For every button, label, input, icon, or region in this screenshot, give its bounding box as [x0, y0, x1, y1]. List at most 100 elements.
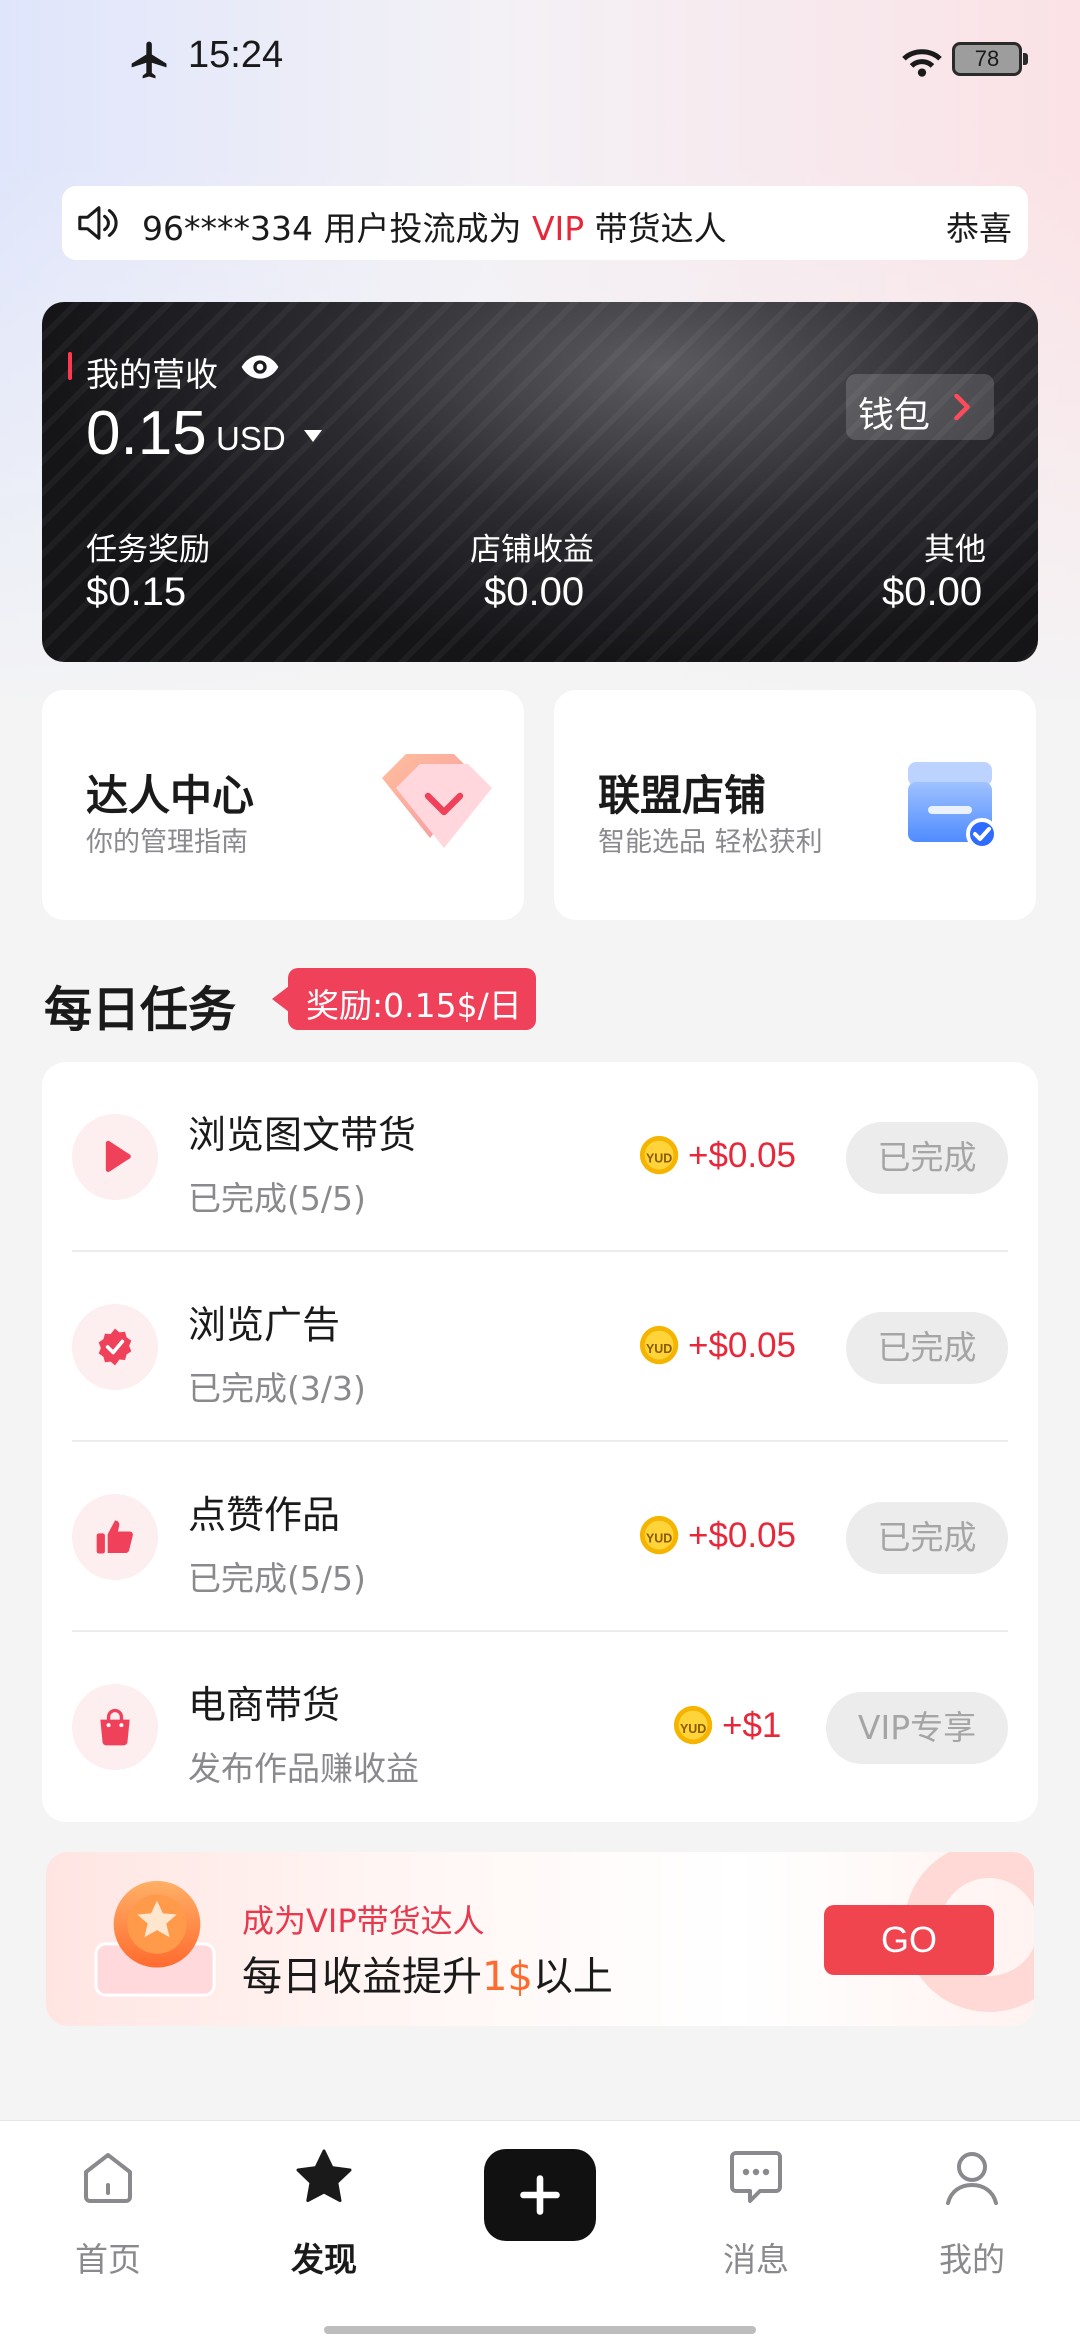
message-icon	[730, 2151, 782, 2203]
earnings-title-accent	[68, 352, 72, 380]
wallet-label: 钱包	[858, 395, 931, 436]
task-status-button[interactable]: 已完成	[846, 1122, 1008, 1194]
task-row: 点赞作品 已完成(5/5) YUD +$0.05 已完成	[42, 1442, 1038, 1632]
shopping-bag-icon	[100, 1708, 130, 1746]
task-icon-circle	[72, 1494, 158, 1580]
speaker-icon	[78, 206, 118, 240]
vip-banner-subtitle-post: 以上	[532, 1954, 613, 2000]
play-icon	[105, 1140, 131, 1172]
status-time: 15:24	[188, 34, 284, 76]
svg-text:YUD: YUD	[646, 1152, 672, 1166]
nav-discover-label: 发现	[291, 2240, 357, 2279]
wifi-icon	[902, 49, 942, 77]
store-income-value: $0.00	[484, 570, 585, 614]
task-reward-value: $0.15	[86, 570, 187, 614]
profile-icon	[946, 2152, 998, 2205]
task-row: 浏览广告 已完成(3/3) YUD +$0.05 已完成	[42, 1252, 1038, 1442]
vip-banner-title: 成为VIP带货达人	[242, 1902, 485, 1940]
task-progress: 已完成(5/5)	[188, 1559, 366, 1598]
wallet-button[interactable]: 钱包	[846, 374, 994, 440]
alliance-store-title: 联盟店铺	[598, 771, 767, 820]
creator-center-title: 达人中心	[86, 771, 255, 820]
nav-home[interactable]: 首页	[38, 2141, 178, 2281]
vip-banner-highlight: 1$	[482, 1954, 533, 2000]
task-row: 电商带货 发布作品赚收益 YUD +$1 VIP专享	[42, 1632, 1038, 1822]
earnings-card: 我的营收 0.15 USD 钱包 任务奖励 $0.15 店铺收益 $0.00 其…	[42, 302, 1038, 662]
announcement-right-text: 恭喜	[946, 209, 1012, 248]
store-income-label: 店铺收益	[470, 532, 594, 568]
task-status-button[interactable]: 已完成	[846, 1312, 1008, 1384]
thumbs-up-icon	[96, 1520, 133, 1554]
earnings-title: 我的营收	[86, 355, 218, 394]
star-icon	[296, 2149, 352, 2203]
task-progress: 已完成(5/5)	[188, 1179, 366, 1218]
svg-text:YUD: YUD	[680, 1722, 706, 1736]
nav-messages-label: 消息	[723, 2240, 789, 2279]
vip-promo-banner[interactable]: 成为VIP带货达人 每日收益提升1$以上 GO	[46, 1852, 1034, 2026]
task-reward-label: 任务奖励	[86, 532, 210, 568]
nav-profile[interactable]: 我的	[902, 2141, 1042, 2281]
announcement-bar[interactable]: 96****334 用户投流成为 VIP 带货达人 恭喜	[62, 186, 1028, 260]
store-icon	[908, 762, 998, 850]
announcement-vip: VIP	[531, 209, 585, 248]
chevron-right-icon	[954, 394, 970, 420]
announcement-text: 96****334 用户投流成为 VIP 带货达人	[142, 202, 727, 250]
announcement-text-post: 带货达人	[584, 209, 727, 248]
bottom-nav: 首页 发现 消息 我的	[0, 2120, 1080, 2340]
eye-icon[interactable]	[240, 352, 280, 382]
go-button[interactable]: GO	[824, 1905, 994, 1975]
alliance-store-subtitle: 智能选品 轻松获利	[598, 827, 823, 858]
daily-tasks-title: 每日任务	[44, 982, 237, 1038]
creator-center-subtitle: 你的管理指南	[86, 827, 248, 858]
task-list: 浏览图文带货 已完成(5/5) YUD +$0.05 已完成 浏览广告 已完成(…	[42, 1062, 1038, 1822]
task-reward: +$0.05	[688, 1326, 797, 1365]
daily-reward-badge: 奖励:0.15$/日	[272, 968, 536, 1030]
task-reward: +$0.05	[688, 1136, 797, 1175]
status-bar: 15:24 78	[0, 0, 1080, 120]
create-post-button[interactable]	[484, 2149, 596, 2241]
verified-badge-icon	[98, 1328, 132, 1366]
nav-discover[interactable]: 发现	[254, 2141, 394, 2281]
diamond-icon	[382, 754, 492, 848]
home-indicator	[324, 2326, 756, 2334]
yud-coin-icon: YUD	[673, 1705, 713, 1745]
task-progress: 发布作品赚收益	[188, 1749, 419, 1788]
task-name: 浏览广告	[188, 1303, 341, 1347]
airplane-mode-icon	[131, 41, 167, 79]
alliance-store-card[interactable]: 联盟店铺 智能选品 轻松获利	[554, 690, 1036, 920]
yud-coin-icon: YUD	[639, 1325, 679, 1365]
yud-coin-icon: YUD	[639, 1515, 679, 1555]
nav-messages[interactable]: 消息	[686, 2141, 826, 2281]
other-income-value: $0.00	[882, 570, 983, 614]
vip-banner-subtitle: 每日收益提升1$以上	[242, 1944, 613, 2002]
task-progress: 已完成(3/3)	[188, 1369, 366, 1408]
daily-reward-text: 奖励:0.15$/日	[306, 986, 522, 1025]
earnings-amount: 0.15	[86, 399, 207, 468]
task-row: 浏览图文带货 已完成(5/5) YUD +$0.05 已完成	[42, 1062, 1038, 1252]
task-icon-circle	[72, 1304, 158, 1390]
svg-text:YUD: YUD	[646, 1532, 672, 1546]
caret-down-icon[interactable]	[304, 430, 322, 442]
task-status-button[interactable]: 已完成	[846, 1502, 1008, 1574]
nav-profile-label: 我的	[939, 2240, 1005, 2279]
home-icon	[84, 2153, 132, 2203]
task-icon-circle	[72, 1684, 158, 1770]
svg-text:YUD: YUD	[646, 1342, 672, 1356]
vip-banner-subtitle-pre: 每日收益提升	[242, 1954, 482, 2000]
other-income-label: 其他	[924, 532, 986, 568]
task-name: 浏览图文带货	[188, 1113, 417, 1157]
announcement-text-pre: 96****334 用户投流成为	[142, 209, 532, 248]
task-icon-circle	[72, 1114, 158, 1200]
task-name: 点赞作品	[188, 1493, 341, 1537]
vip-only-button[interactable]: VIP专享	[826, 1692, 1008, 1764]
currency-selector[interactable]: USD	[216, 420, 286, 458]
task-reward: +$1	[722, 1706, 782, 1745]
nav-home-label: 首页	[75, 2240, 141, 2279]
battery-indicator: 78	[952, 42, 1028, 76]
task-reward: +$0.05	[688, 1516, 797, 1555]
battery-level: 78	[974, 46, 1000, 71]
task-name: 电商带货	[188, 1683, 341, 1727]
creator-center-card[interactable]: 达人中心 你的管理指南	[42, 690, 524, 920]
vip-gift-icon	[94, 1880, 216, 1997]
yud-coin-icon: YUD	[639, 1135, 679, 1175]
